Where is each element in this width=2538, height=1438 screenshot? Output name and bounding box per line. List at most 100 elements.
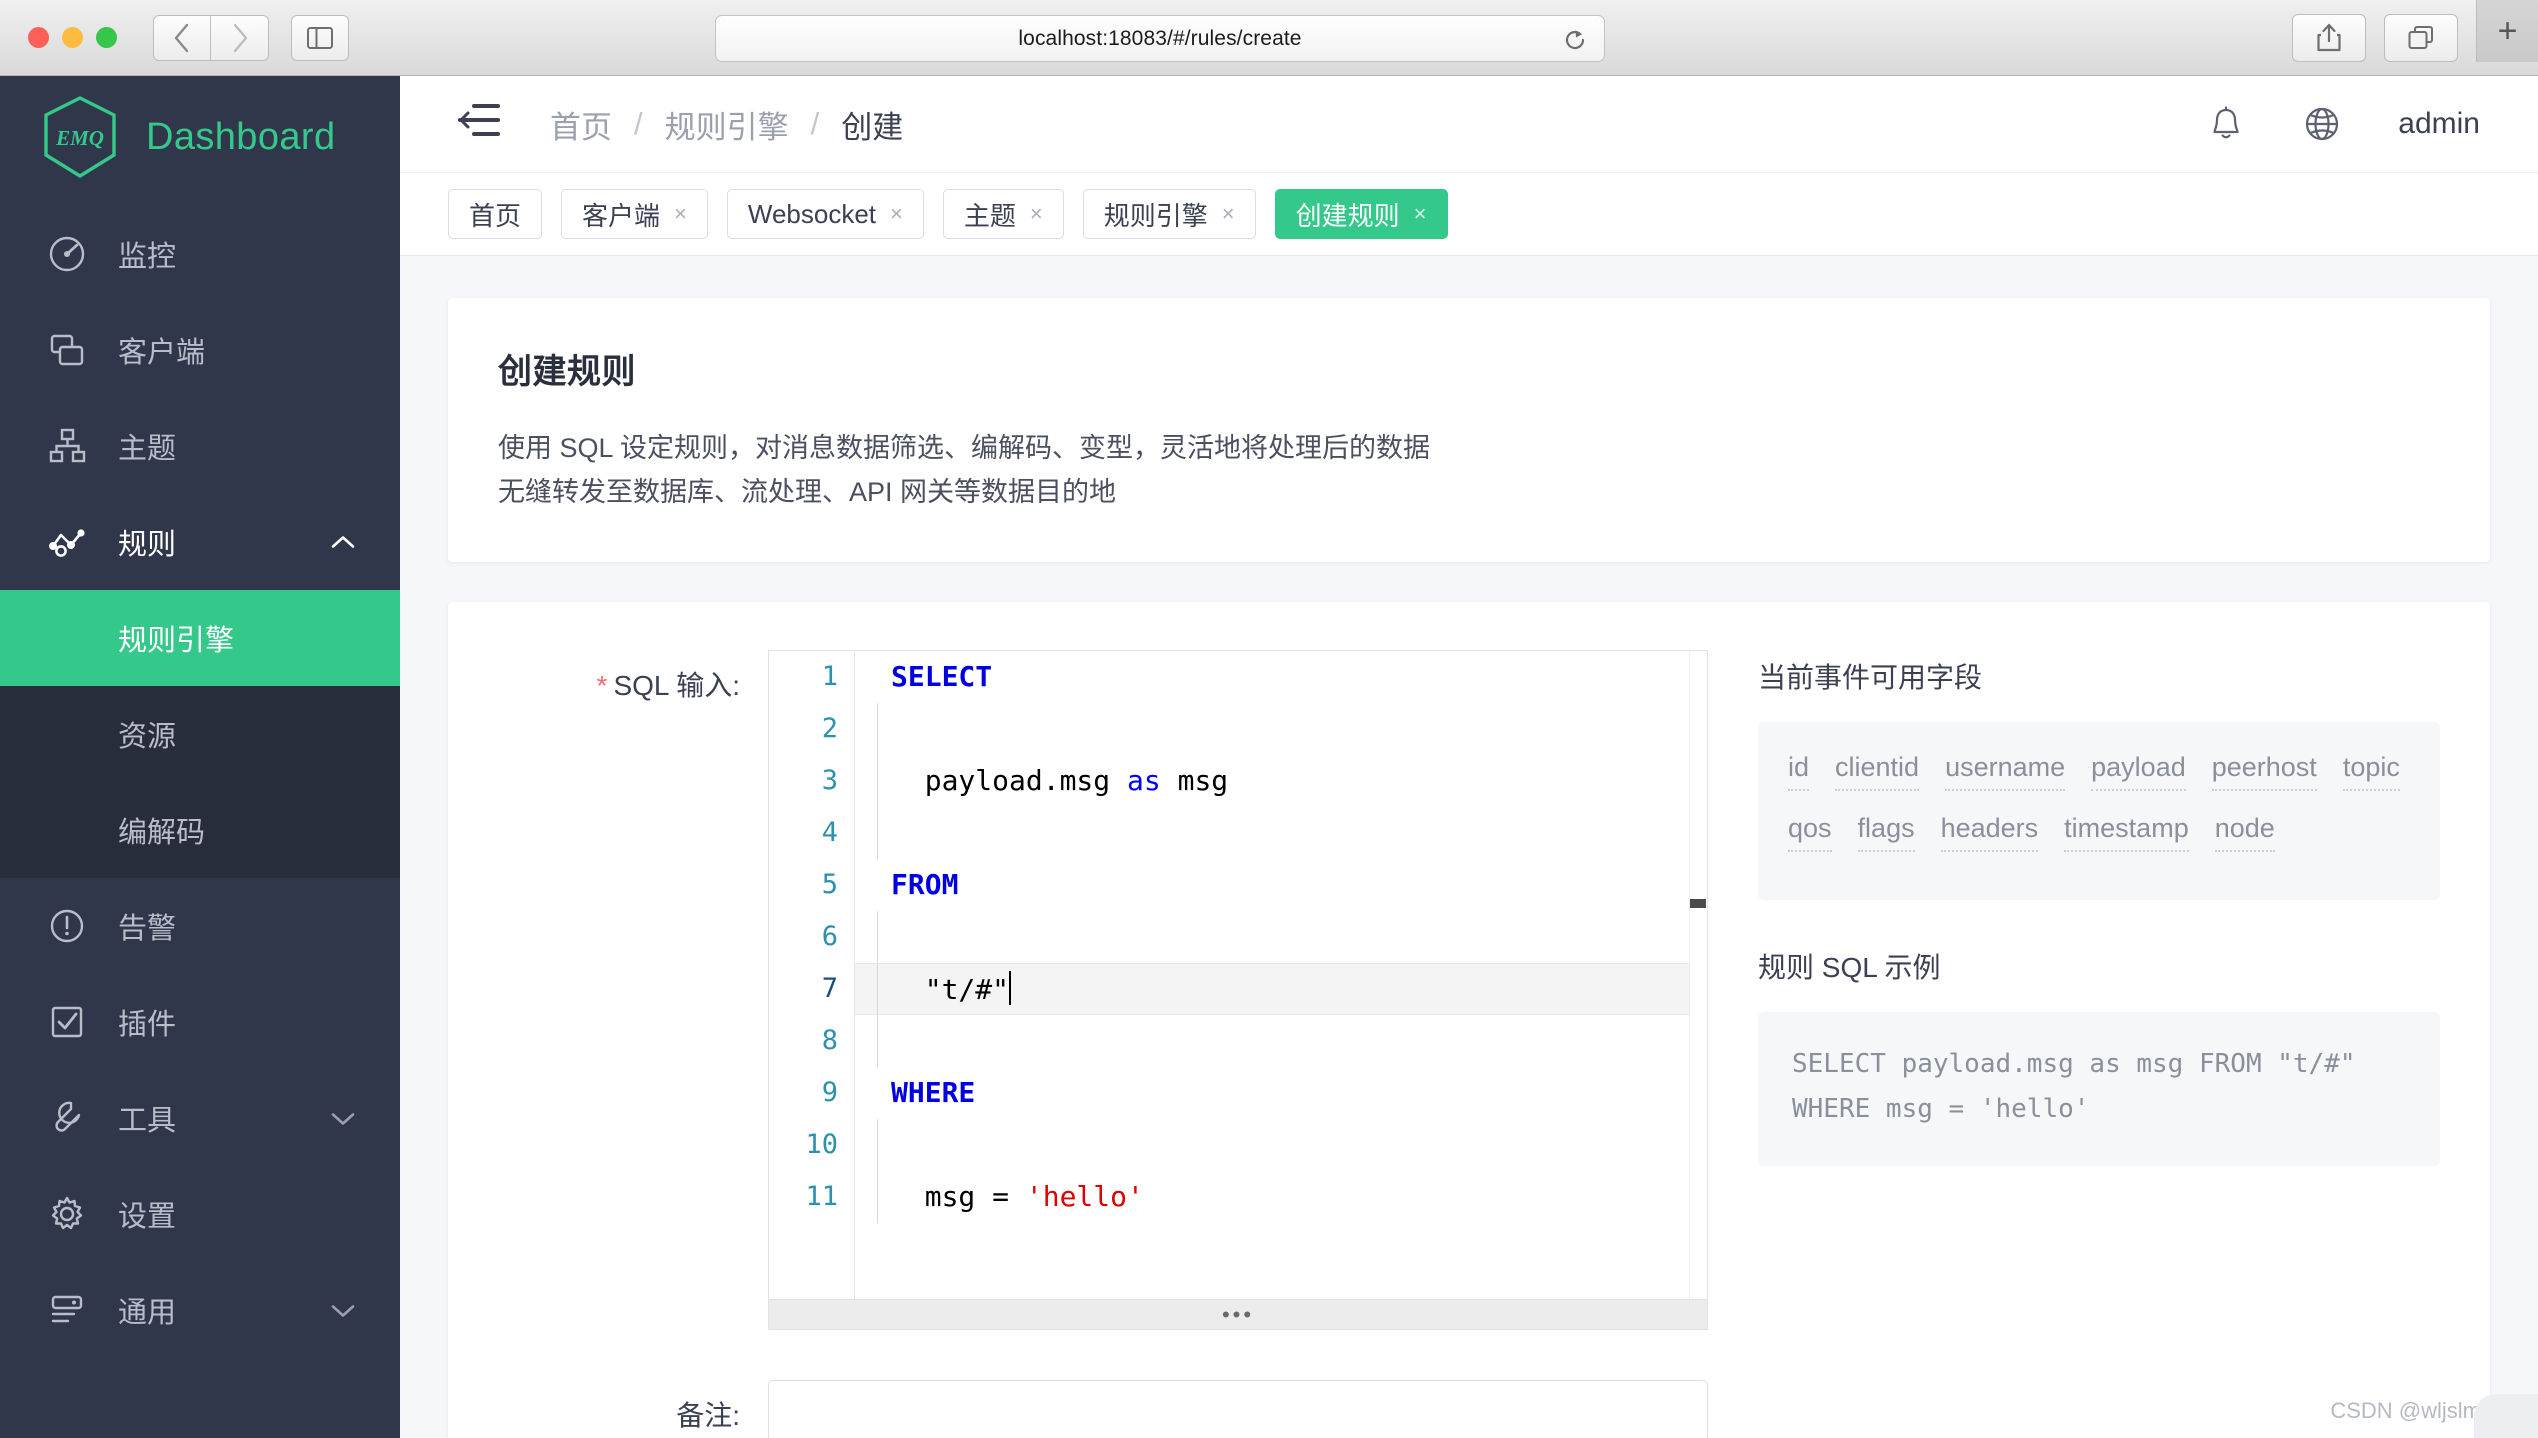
editor-code-line[interactable] bbox=[855, 703, 1689, 756]
editor-code-area[interactable]: SELECT payload.msg as msg FROM "t/#" WHERE… bbox=[855, 651, 1689, 1299]
page-title: 创建规则 bbox=[498, 353, 636, 391]
sidebar-item-alarms[interactable]: 告警 bbox=[0, 878, 400, 974]
editor-code-line[interactable]: WHERE bbox=[855, 1067, 1689, 1119]
required-mark: * bbox=[596, 670, 608, 702]
available-field-chip[interactable]: peerhost bbox=[2211, 752, 2317, 792]
tab-label: 首页 bbox=[469, 200, 522, 231]
brand[interactable]: EMQ Dashboard bbox=[0, 76, 400, 198]
editor-code-line[interactable] bbox=[855, 911, 1689, 964]
editor-line-number: 7 bbox=[821, 973, 838, 1005]
tab-close-icon[interactable]: × bbox=[1222, 201, 1235, 227]
gear-icon bbox=[44, 1191, 90, 1237]
editor-resize-glyph: ••• bbox=[1221, 1301, 1255, 1327]
notifications-button[interactable] bbox=[2206, 104, 2246, 144]
available-field-chip[interactable]: username bbox=[1945, 752, 2066, 792]
share-button[interactable] bbox=[2292, 13, 2366, 62]
editor-code-line[interactable] bbox=[855, 1119, 1689, 1172]
browser-chrome: localhost:18083/#/rules/create + bbox=[0, 0, 2538, 76]
sidebar-item-tools[interactable]: 工具 bbox=[0, 1070, 400, 1166]
available-field-chip[interactable]: node bbox=[2214, 813, 2275, 853]
address-bar[interactable]: localhost:18083/#/rules/create bbox=[715, 15, 1605, 62]
reload-button[interactable] bbox=[1562, 27, 1588, 59]
chevron-up-icon bbox=[330, 526, 356, 559]
sidebar-item-general[interactable]: 通用 bbox=[0, 1262, 400, 1358]
tab-close-icon[interactable]: × bbox=[674, 201, 687, 227]
header-actions: admin bbox=[2206, 104, 2538, 144]
editor-code-line[interactable]: msg = 'hello' bbox=[855, 1171, 1689, 1224]
available-field-chip[interactable]: qos bbox=[1788, 813, 1832, 853]
minimize-window-button[interactable] bbox=[62, 27, 83, 48]
editor-resize-handle[interactable]: ••• bbox=[768, 1300, 1708, 1331]
editor-indent-guide bbox=[877, 703, 878, 756]
editor-indent-guide bbox=[877, 1119, 878, 1172]
remark-row: 备注: bbox=[498, 1380, 2440, 1438]
editor-code-line[interactable] bbox=[855, 807, 1689, 860]
sidebar-item-label: 工具 bbox=[118, 1105, 177, 1137]
sql-editor[interactable]: 1 2 3 4 5 6 7 8 9 10 11 SELECT payload.msg as msg F… bbox=[768, 650, 1708, 1301]
editor-scrollbar-thumb[interactable] bbox=[1690, 899, 1706, 909]
available-field-chip[interactable]: clientid bbox=[1835, 752, 1920, 792]
sidebar-item-clients[interactable]: 客户端 bbox=[0, 302, 400, 398]
sql-input-label-text: SQL 输入: bbox=[613, 670, 740, 702]
editor-code-line[interactable]: "t/#" bbox=[855, 963, 1689, 1017]
alert-icon bbox=[44, 903, 90, 949]
available-field-chip[interactable]: id bbox=[1788, 752, 1810, 792]
tabs-overview-button[interactable] bbox=[2384, 13, 2458, 62]
sidebar-toggle-icon bbox=[307, 26, 333, 49]
sql-help-panel: 当前事件可用字段 id clientid username payload peerho… bbox=[1758, 650, 2440, 1166]
editor-code-line[interactable]: SELECT bbox=[855, 651, 1689, 703]
breadcrumb-item-rule-engine[interactable]: 规则引擎 bbox=[665, 102, 789, 147]
tab-topics[interactable]: 主题 × bbox=[942, 189, 1064, 239]
editor-token: msg bbox=[1160, 764, 1229, 798]
editor-indent-guide bbox=[877, 1015, 878, 1068]
sidebar-toggle-button[interactable] bbox=[291, 14, 349, 61]
close-window-button[interactable] bbox=[28, 27, 49, 48]
text-cursor bbox=[1009, 971, 1012, 1006]
sidebar-item-plugins[interactable]: 插件 bbox=[0, 974, 400, 1070]
editor-code-line[interactable]: FROM bbox=[855, 859, 1689, 911]
tools-icon bbox=[44, 1095, 90, 1141]
tab-close-icon[interactable]: × bbox=[1030, 201, 1043, 227]
language-button[interactable] bbox=[2302, 104, 2342, 144]
breadcrumb-item-home[interactable]: 首页 bbox=[550, 102, 612, 147]
tab-close-icon[interactable]: × bbox=[890, 201, 903, 227]
new-tab-button[interactable]: + bbox=[2476, 0, 2538, 62]
available-field-chip[interactable]: payload bbox=[2091, 752, 2186, 792]
editor-token: payload.msg bbox=[891, 764, 1128, 798]
editor-vertical-scrollbar[interactable] bbox=[1689, 651, 1707, 1300]
tab-create-rule[interactable]: 创建规则 × bbox=[1274, 189, 1448, 239]
user-menu[interactable]: admin bbox=[2398, 107, 2480, 141]
sidebar-item-label: 规则 bbox=[118, 529, 177, 561]
sidebar-item-monitor[interactable]: 监控 bbox=[0, 206, 400, 302]
editor-code-line[interactable]: payload.msg as msg bbox=[855, 755, 1689, 808]
tabs-overview-icon bbox=[2408, 25, 2433, 49]
menu-collapse-button[interactable] bbox=[458, 103, 500, 145]
available-field-chip[interactable]: timestamp bbox=[2064, 813, 2189, 853]
sidebar-item-codec[interactable]: 编解码 bbox=[0, 782, 400, 878]
tab-home[interactable]: 首页 bbox=[448, 189, 543, 239]
chevron-left-icon bbox=[174, 23, 189, 52]
corner-fold-decoration bbox=[2474, 1394, 2538, 1438]
forward-button[interactable] bbox=[211, 14, 269, 61]
tab-clients[interactable]: 客户端 × bbox=[561, 189, 708, 239]
tab-rule-engine[interactable]: 规则引擎 × bbox=[1082, 189, 1256, 239]
back-button[interactable] bbox=[153, 14, 211, 61]
gauge-icon bbox=[44, 231, 90, 277]
available-field-chip[interactable]: flags bbox=[1857, 813, 1915, 853]
available-field-chip[interactable]: topic bbox=[2342, 752, 2400, 792]
tab-close-icon[interactable]: × bbox=[1414, 201, 1427, 227]
sidebar-submenu-rules: 规则引擎 资源 编解码 bbox=[0, 590, 400, 878]
tab-websocket[interactable]: Websocket × bbox=[726, 189, 924, 239]
sidebar-item-rule-engine[interactable]: 规则引擎 bbox=[0, 590, 400, 686]
sidebar-item-label: 客户端 bbox=[118, 337, 206, 369]
sidebar-item-rules[interactable]: 规则 bbox=[0, 494, 400, 590]
sidebar-item-resources[interactable]: 资源 bbox=[0, 686, 400, 782]
maximize-window-button[interactable] bbox=[96, 27, 117, 48]
sidebar-item-topics[interactable]: 主题 bbox=[0, 398, 400, 494]
remark-input[interactable] bbox=[768, 1380, 1708, 1438]
editor-line-number: 6 bbox=[821, 921, 838, 953]
page-description-line-2: 无缝转发至数据库、流处理、API 网关等数据目的地 bbox=[498, 476, 1117, 507]
sidebar-item-settings[interactable]: 设置 bbox=[0, 1166, 400, 1262]
available-field-chip[interactable]: headers bbox=[1940, 813, 2039, 853]
editor-code-line[interactable] bbox=[855, 1015, 1689, 1068]
